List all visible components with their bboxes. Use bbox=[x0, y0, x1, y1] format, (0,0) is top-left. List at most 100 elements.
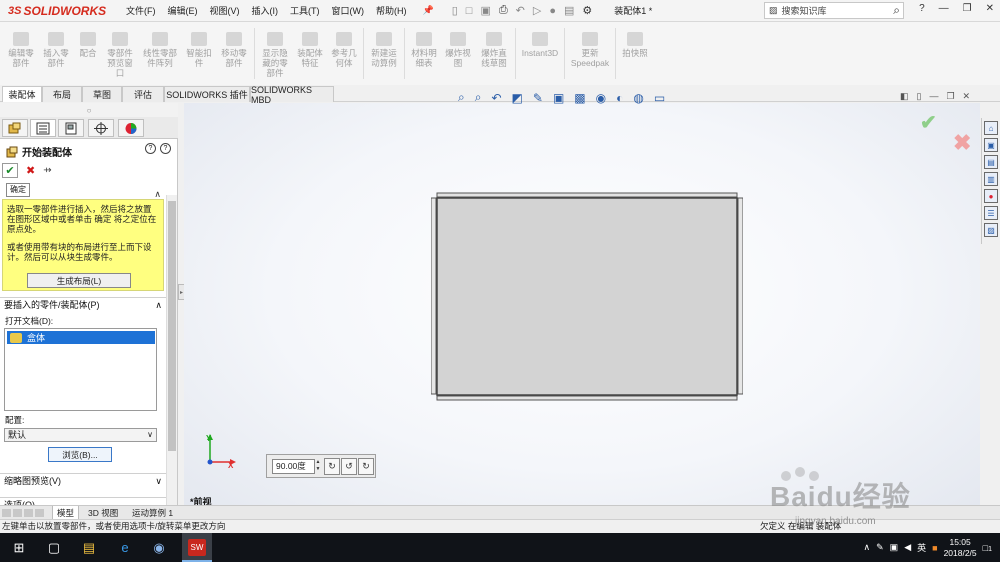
file-explorer-icon[interactable]: ▥ bbox=[984, 172, 998, 186]
rotate-y-button[interactable]: ↺ bbox=[341, 458, 357, 475]
undo-icon[interactable]: ↶ bbox=[516, 4, 525, 17]
configuration-manager-tab[interactable] bbox=[58, 119, 84, 137]
search-icon[interactable]: ⌕ bbox=[893, 3, 900, 18]
cmd-update-speedpak[interactable]: 更新 Speedpak bbox=[567, 22, 613, 85]
menu-insert[interactable]: 插入(I) bbox=[246, 4, 285, 17]
cmd-assembly-features[interactable]: 装配体 特征 bbox=[293, 22, 327, 85]
cmd-new-motion-study[interactable]: 新建运 动算例 bbox=[366, 22, 402, 85]
menu-edit[interactable]: 编辑(E) bbox=[162, 4, 204, 17]
property-manager-tab[interactable] bbox=[30, 119, 56, 137]
print-icon[interactable]: ⎙ bbox=[499, 4, 508, 17]
insert-parts-group[interactable]: 要插入的零件/装配体(P) ∧ bbox=[0, 297, 166, 311]
tab-3d-view[interactable]: 3D 视图 bbox=[84, 506, 122, 520]
scene-icon[interactable]: ◍ bbox=[633, 91, 643, 105]
rebuild-icon[interactable]: ● bbox=[549, 5, 556, 17]
open-documents-list[interactable]: 盒体 bbox=[4, 328, 157, 411]
zoom-to-area-icon[interactable]: ⌕ bbox=[475, 90, 482, 105]
new-icon[interactable]: ▯ bbox=[452, 4, 458, 17]
tab-addins[interactable]: SOLIDWORKS 插件 bbox=[164, 86, 250, 102]
cmd-bom[interactable]: 材料明 细表 bbox=[407, 22, 441, 85]
part-preview[interactable] bbox=[431, 192, 743, 402]
file-explorer-taskbar-icon[interactable]: ▤ bbox=[80, 539, 98, 556]
edit-appearance-icon[interactable]: ◐ bbox=[616, 91, 623, 105]
custom-props-icon[interactable]: ☰ bbox=[984, 206, 998, 220]
tab-sketch[interactable]: 草图 bbox=[82, 86, 122, 102]
cmd-instant3d[interactable]: Instant3D bbox=[518, 22, 562, 85]
appearances-icon[interactable]: ● bbox=[984, 189, 998, 203]
network-icon[interactable]: ▣ bbox=[890, 542, 899, 553]
tab-mbd[interactable]: SOLIDWORKS MBD bbox=[250, 85, 334, 105]
options-gear-icon[interactable]: ⚙ bbox=[582, 4, 592, 17]
menu-window[interactable]: 窗口(W) bbox=[326, 4, 371, 17]
pen-icon[interactable]: ✎ bbox=[876, 542, 884, 553]
resources-icon[interactable]: ▣ bbox=[984, 138, 998, 152]
viewport-restore-icon[interactable]: ❐ bbox=[946, 91, 954, 102]
display-manager-tab[interactable] bbox=[118, 119, 144, 137]
cmd-mate[interactable]: 配合 bbox=[74, 22, 102, 85]
search-input[interactable]: ▨ 搜索知识库 ⌕ bbox=[764, 2, 904, 19]
viewport-split-icon[interactable]: ◧ bbox=[900, 91, 909, 102]
panel-splitter[interactable]: ○ bbox=[0, 103, 178, 117]
cmd-show-hidden[interactable]: 显示隐 藏的零 部件 bbox=[257, 22, 293, 85]
design-library-icon[interactable]: ▤ bbox=[984, 155, 998, 169]
pin-icon[interactable]: 📌 bbox=[417, 5, 440, 16]
menu-help[interactable]: 帮助(H) bbox=[370, 4, 413, 17]
cancel-button[interactable]: ✖ bbox=[26, 164, 35, 177]
zoom-to-fit-icon[interactable]: ⌕ bbox=[458, 90, 465, 105]
cmd-take-snapshot[interactable]: 拍快照 bbox=[618, 22, 652, 85]
tab-model[interactable]: 模型 bbox=[52, 506, 80, 520]
forum-icon[interactable]: ▨ bbox=[984, 223, 998, 237]
minimize-icon[interactable]: — bbox=[939, 3, 949, 14]
dimxpert-tab[interactable] bbox=[88, 119, 114, 137]
open-icon[interactable]: □ bbox=[466, 5, 473, 17]
restore-icon[interactable]: ❐ bbox=[963, 3, 972, 14]
configuration-select[interactable]: 默认 ∨ bbox=[4, 428, 157, 442]
rotate-z-button[interactable]: ↻ bbox=[358, 458, 374, 475]
help-icon[interactable]: ? bbox=[919, 3, 925, 14]
notification-center-icon[interactable]: □1 bbox=[983, 543, 992, 553]
menu-view[interactable]: 视图(V) bbox=[204, 4, 246, 17]
ime-indicator[interactable]: 英 bbox=[917, 541, 926, 554]
home-icon[interactable]: ⌂ bbox=[984, 121, 998, 135]
feature-manager-tab[interactable] bbox=[2, 119, 28, 137]
chevron-down-icon[interactable]: ∨ bbox=[155, 474, 162, 488]
sogou-icon[interactable]: ■ bbox=[932, 543, 937, 553]
scrollbar-thumb[interactable] bbox=[168, 201, 176, 451]
viewport-doc-icon[interactable]: ▯ bbox=[917, 91, 922, 102]
pinned-app-icon[interactable]: ◉ bbox=[150, 539, 168, 556]
hide-show-icon[interactable]: ◉ bbox=[596, 91, 606, 105]
view-orientation-icon[interactable]: ▣ bbox=[553, 91, 564, 105]
help-info-icon[interactable]: ? bbox=[160, 143, 171, 154]
previous-view-icon[interactable]: ↶ bbox=[491, 91, 501, 105]
tab-layout[interactable]: 布局 bbox=[42, 86, 82, 102]
file-props-icon[interactable]: ▤ bbox=[564, 4, 574, 17]
angle-spinner[interactable]: ▲ ▼ bbox=[315, 459, 321, 474]
rotation-angle-input[interactable]: 90.00度 bbox=[272, 459, 315, 474]
cmd-insert-component[interactable]: 插入零 部件 bbox=[38, 22, 74, 85]
cmd-exploded-view[interactable]: 爆炸视 图 bbox=[441, 22, 475, 85]
save-icon[interactable]: ▣ bbox=[480, 4, 490, 17]
cmd-component-preview[interactable]: 零部件 预览窗 口 bbox=[102, 22, 138, 85]
thumbnail-preview-group[interactable]: 缩略图预览(V) ∨ bbox=[0, 473, 166, 487]
tab-evaluate[interactable]: 评估 bbox=[122, 86, 164, 102]
viewport-minimize-icon[interactable]: — bbox=[929, 91, 938, 102]
windows-start-icon[interactable]: ⊞ bbox=[10, 539, 28, 556]
task-view-icon[interactable]: ▢ bbox=[45, 539, 63, 556]
cmd-linear-pattern[interactable]: 线性零部 件阵列 bbox=[138, 22, 182, 85]
help-question-icon[interactable]: ? bbox=[145, 143, 156, 154]
dynamic-annotation-icon[interactable]: ✎ bbox=[533, 91, 543, 105]
ok-button[interactable]: ✔ bbox=[2, 163, 18, 178]
tab-motion-study[interactable]: 运动算例 1 bbox=[128, 506, 177, 520]
display-style-icon[interactable]: ▩ bbox=[574, 91, 585, 105]
search-scope-icon[interactable]: ▨ bbox=[769, 5, 778, 16]
menu-file[interactable]: 文件(F) bbox=[120, 4, 162, 17]
rotate-x-button[interactable]: ↻ bbox=[324, 458, 340, 475]
section-view-icon[interactable]: ◩ bbox=[512, 91, 523, 105]
select-icon[interactable]: ▷ bbox=[533, 4, 541, 17]
viewport-close-icon[interactable]: ✕ bbox=[963, 91, 971, 102]
cmd-edit-component[interactable]: 编辑零 部件 bbox=[4, 22, 38, 85]
close-icon[interactable]: ✕ bbox=[986, 3, 994, 14]
tab-nav-arrows[interactable] bbox=[2, 509, 44, 517]
list-item[interactable]: 盒体 bbox=[7, 331, 155, 344]
menu-tools[interactable]: 工具(T) bbox=[284, 4, 326, 17]
